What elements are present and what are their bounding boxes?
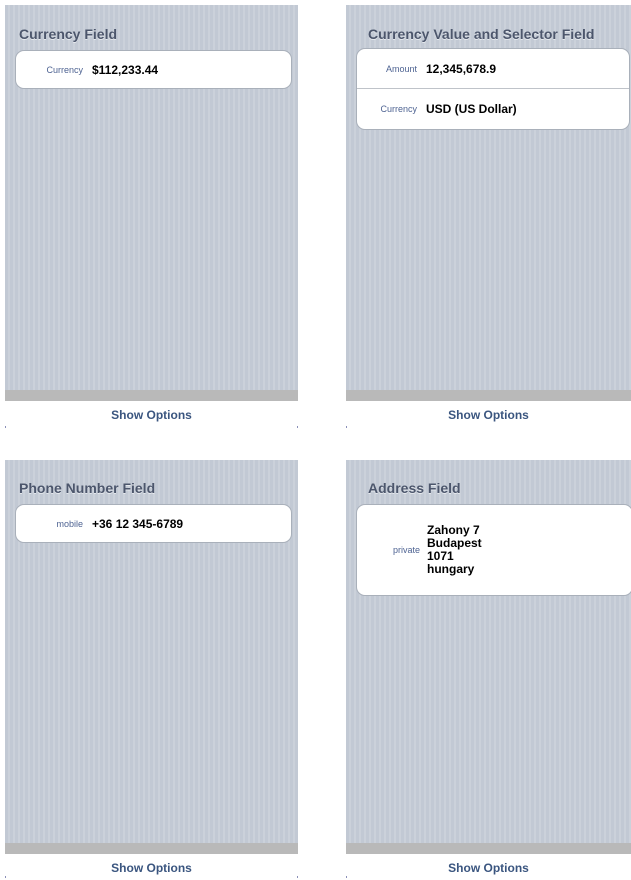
field-value[interactable]: +36 12 345-6789 bbox=[92, 517, 183, 531]
screen-phone-number-field: Phone Number Field mobile +36 12 345-678… bbox=[5, 460, 298, 880]
address-field-row[interactable]: private Zahony 7 Budapest 1071 hungary bbox=[357, 505, 631, 595]
show-options-button[interactable]: Show Options bbox=[5, 861, 298, 875]
grouped-table-background: Currency Field Currency $112,233.44 bbox=[5, 5, 298, 390]
address-lines[interactable]: Zahony 7 Budapest 1071 hungary bbox=[427, 524, 482, 576]
field-label: Currency bbox=[380, 104, 417, 114]
frame-mark bbox=[5, 876, 6, 878]
footer: Show Options bbox=[5, 854, 298, 880]
toolbar-strip bbox=[5, 843, 298, 854]
section-header: Currency Value and Selector Field bbox=[368, 26, 595, 42]
screen-currency-field: Currency Field Currency $112,233.44 Show… bbox=[5, 5, 298, 435]
frame-mark bbox=[297, 876, 298, 878]
section-header: Phone Number Field bbox=[19, 480, 156, 496]
toolbar-strip bbox=[5, 390, 298, 401]
field-group: Amount 12,345,678.9 Currency USD (US Dol… bbox=[356, 48, 630, 130]
toolbar-strip bbox=[346, 390, 631, 401]
show-options-button[interactable]: Show Options bbox=[5, 408, 298, 422]
field-group: private Zahony 7 Budapest 1071 hungary bbox=[356, 504, 631, 596]
field-label: Amount bbox=[385, 63, 417, 74]
section-header: Address Field bbox=[368, 480, 461, 496]
frame-mark bbox=[5, 426, 6, 428]
field-value[interactable]: 12,345,678.9 bbox=[426, 62, 496, 76]
amount-field-row[interactable]: Amount 12,345,678.9 bbox=[357, 49, 629, 88]
frame-mark bbox=[346, 426, 347, 428]
show-options-button[interactable]: Show Options bbox=[346, 408, 631, 422]
grouped-table-background: Currency Value and Selector Field Amount… bbox=[346, 5, 631, 390]
frame-mark bbox=[297, 426, 298, 428]
grouped-table-background: Phone Number Field mobile +36 12 345-678… bbox=[5, 460, 298, 843]
screen-currency-selector-field: Currency Value and Selector Field Amount… bbox=[346, 5, 631, 435]
address-line-country: hungary bbox=[427, 562, 475, 576]
section-header: Currency Field bbox=[19, 26, 118, 42]
grouped-table-background: Address Field private Zahony 7 Budapest … bbox=[346, 460, 631, 843]
currency-field-row[interactable]: Currency $112,233.44 bbox=[16, 51, 291, 88]
screen-address-field: Address Field private Zahony 7 Budapest … bbox=[346, 460, 631, 880]
footer: Show Options bbox=[5, 401, 298, 435]
footer: Show Options bbox=[346, 401, 631, 435]
field-group: Currency $112,233.44 bbox=[15, 50, 292, 89]
field-label: mobile bbox=[56, 518, 83, 529]
footer: Show Options bbox=[346, 854, 631, 880]
currency-selector-row[interactable]: Currency USD (US Dollar) bbox=[357, 88, 629, 129]
field-label: private bbox=[392, 545, 420, 555]
field-value[interactable]: USD (US Dollar) bbox=[426, 102, 517, 116]
phone-field-row[interactable]: mobile +36 12 345-6789 bbox=[16, 505, 291, 542]
field-label: Currency bbox=[46, 64, 83, 75]
field-value[interactable]: $112,233.44 bbox=[92, 63, 158, 77]
frame-mark bbox=[346, 876, 347, 878]
field-group: mobile +36 12 345-6789 bbox=[15, 504, 292, 543]
show-options-button[interactable]: Show Options bbox=[346, 861, 631, 875]
toolbar-strip bbox=[346, 843, 631, 854]
